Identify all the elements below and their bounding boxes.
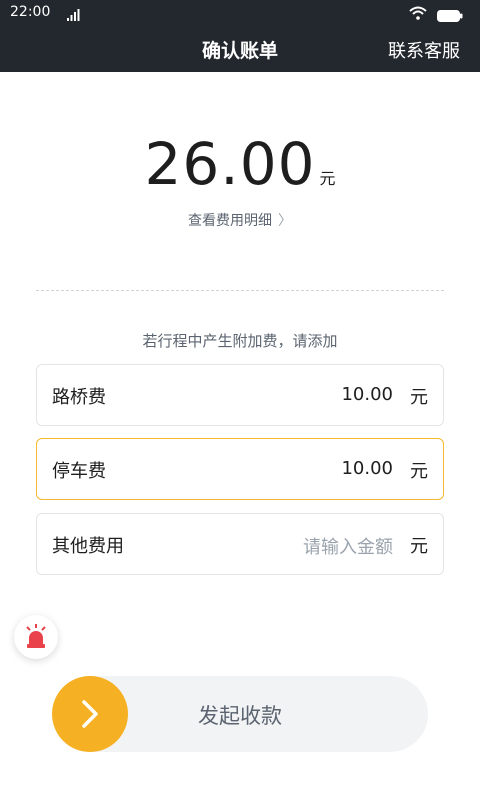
- total-amount: 26.00: [144, 130, 316, 198]
- fee-unit: 元: [410, 387, 428, 408]
- view-fee-detail-label: 查看费用明细: [188, 213, 272, 229]
- bill-content: 26.00 元 查看费用明细〉 若行程中产生附加费，请添加 路桥费 10.00 元…: [0, 72, 480, 800]
- amount-unit: 元: [319, 169, 336, 188]
- siren-icon: [26, 624, 46, 648]
- slider-knob[interactable]: [52, 676, 128, 752]
- battery-icon: [437, 7, 463, 26]
- chevron-right-icon: [82, 700, 98, 728]
- status-time: 22:00: [10, 4, 51, 20]
- fee-label: 停车费: [52, 461, 106, 482]
- dashed-divider: [36, 290, 444, 291]
- signal-icon: [67, 6, 81, 25]
- contact-service-button[interactable]: 联系客服: [388, 37, 460, 63]
- alarm-button[interactable]: [14, 615, 58, 659]
- fee-label: 路桥费: [52, 387, 106, 408]
- view-fee-detail-link[interactable]: 查看费用明细〉: [0, 210, 480, 230]
- chevron-right-icon: 〉: [278, 213, 292, 229]
- fee-row-toll[interactable]: 路桥费 10.00 元: [36, 364, 444, 426]
- extra-fee-hint: 若行程中产生附加费，请添加: [142, 332, 338, 350]
- status-bar: 22:00: [0, 0, 480, 25]
- fee-input-placeholder[interactable]: 请输入金额: [303, 533, 393, 559]
- nav-bar: 确认账单 联系客服: [0, 25, 480, 72]
- fee-unit: 元: [410, 536, 428, 557]
- fee-input[interactable]: 10.00: [341, 384, 393, 405]
- swipe-to-collect-slider[interactable]: 发起收款: [52, 676, 428, 752]
- fee-label: 其他费用: [52, 536, 124, 557]
- fee-row-other[interactable]: 其他费用 请输入金额 元: [36, 513, 444, 575]
- amount-row: 26.00 元: [0, 130, 480, 198]
- fee-row-parking[interactable]: 停车费 10.00 元: [36, 438, 444, 500]
- fee-unit: 元: [410, 461, 428, 482]
- wifi-icon: [409, 5, 427, 24]
- fee-input[interactable]: 10.00: [341, 458, 393, 479]
